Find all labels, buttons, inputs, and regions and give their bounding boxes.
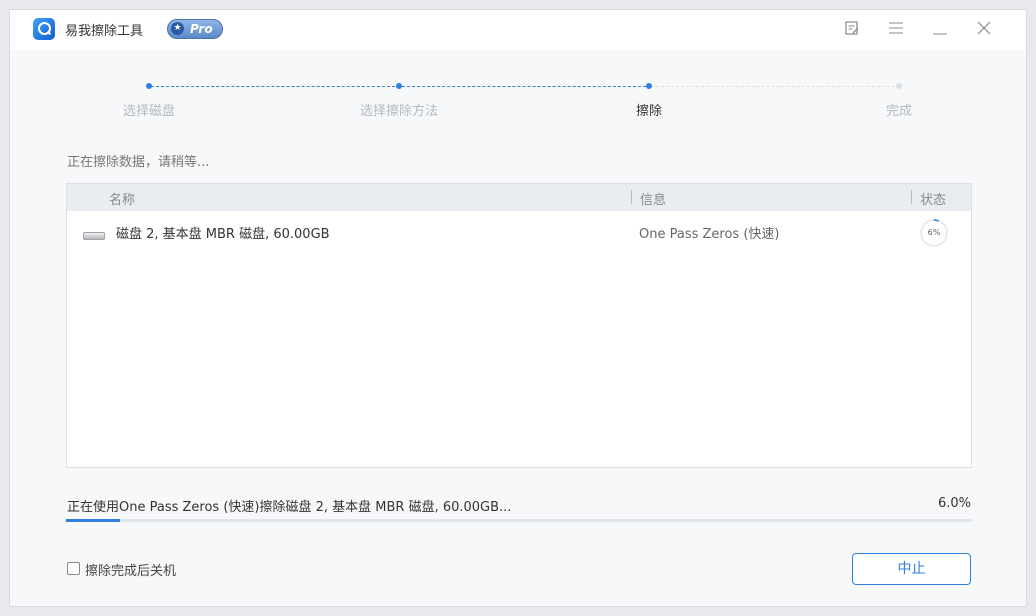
shutdown-checkbox-label: 擦除完成后关机 — [85, 564, 177, 579]
hamburger-menu-icon[interactable] — [886, 20, 906, 40]
stepper-line-pending — [651, 86, 900, 87]
step-label-erase: 擦除 — [635, 104, 662, 119]
column-divider[interactable] — [631, 190, 632, 204]
step-dot-4 — [896, 83, 902, 89]
close-icon[interactable] — [974, 20, 994, 40]
progress-stepper: 选择磁盘 选择擦除方法 擦除 完成 — [10, 50, 1026, 130]
pro-badge[interactable]: ★ Pro — [167, 19, 223, 39]
title-bar: 易我擦除工具 ★ Pro — [10, 10, 1026, 50]
operation-percent: 6.0% — [937, 496, 971, 511]
column-header-info: 信息 — [640, 193, 667, 208]
app-window: 易我擦除工具 ★ Pro 选择磁盘 选择擦除方法 擦除 完成 正在擦除数据，请稍… — [9, 9, 1027, 607]
progress-bar-fill — [66, 519, 121, 522]
disk-table: 名称 信息 状态 磁盘 2, 基本盘 MBR 磁盘, 60.00GB One P… — [66, 183, 972, 468]
step-dot-2 — [396, 83, 402, 89]
progress-ring-label: 6% — [927, 228, 941, 237]
table-row[interactable]: 磁盘 2, 基本盘 MBR 磁盘, 60.00GB One Pass Zeros… — [67, 211, 971, 253]
minimize-icon[interactable] — [930, 20, 950, 40]
step-label-done: 完成 — [885, 104, 912, 119]
main-content: 选择磁盘 选择擦除方法 擦除 完成 正在擦除数据，请稍等... 名称 信息 状态… — [10, 50, 1026, 608]
stop-button[interactable]: 中止 — [852, 553, 971, 585]
edit-note-icon[interactable] — [842, 20, 862, 40]
step-label-select-method: 选择擦除方法 — [359, 104, 438, 119]
disk-name: 磁盘 2, 基本盘 MBR 磁盘, 60.00GB — [116, 227, 330, 242]
shutdown-checkbox[interactable] — [67, 562, 80, 575]
table-header: 名称 信息 状态 — [67, 184, 971, 211]
step-dot-3 — [646, 83, 652, 89]
status-text: 正在擦除数据，请稍等... — [67, 155, 210, 170]
app-title: 易我擦除工具 — [65, 24, 144, 39]
app-logo-icon — [33, 18, 55, 40]
step-label-select-disk: 选择磁盘 — [122, 104, 175, 119]
progress-ring: 6% — [920, 219, 948, 247]
operation-text: 正在使用One Pass Zeros (快速)擦除磁盘 2, 基本盘 MBR 磁… — [67, 500, 512, 515]
progress-bar — [66, 519, 972, 522]
step-dot-1 — [146, 83, 152, 89]
star-icon: ★ — [171, 22, 184, 35]
erase-method: One Pass Zeros (快速) — [639, 227, 780, 242]
pro-badge-label: Pro — [190, 22, 213, 36]
column-divider[interactable] — [911, 190, 912, 204]
column-header-name: 名称 — [109, 193, 136, 208]
disk-drive-icon — [83, 232, 105, 240]
column-header-status: 状态 — [920, 193, 947, 208]
